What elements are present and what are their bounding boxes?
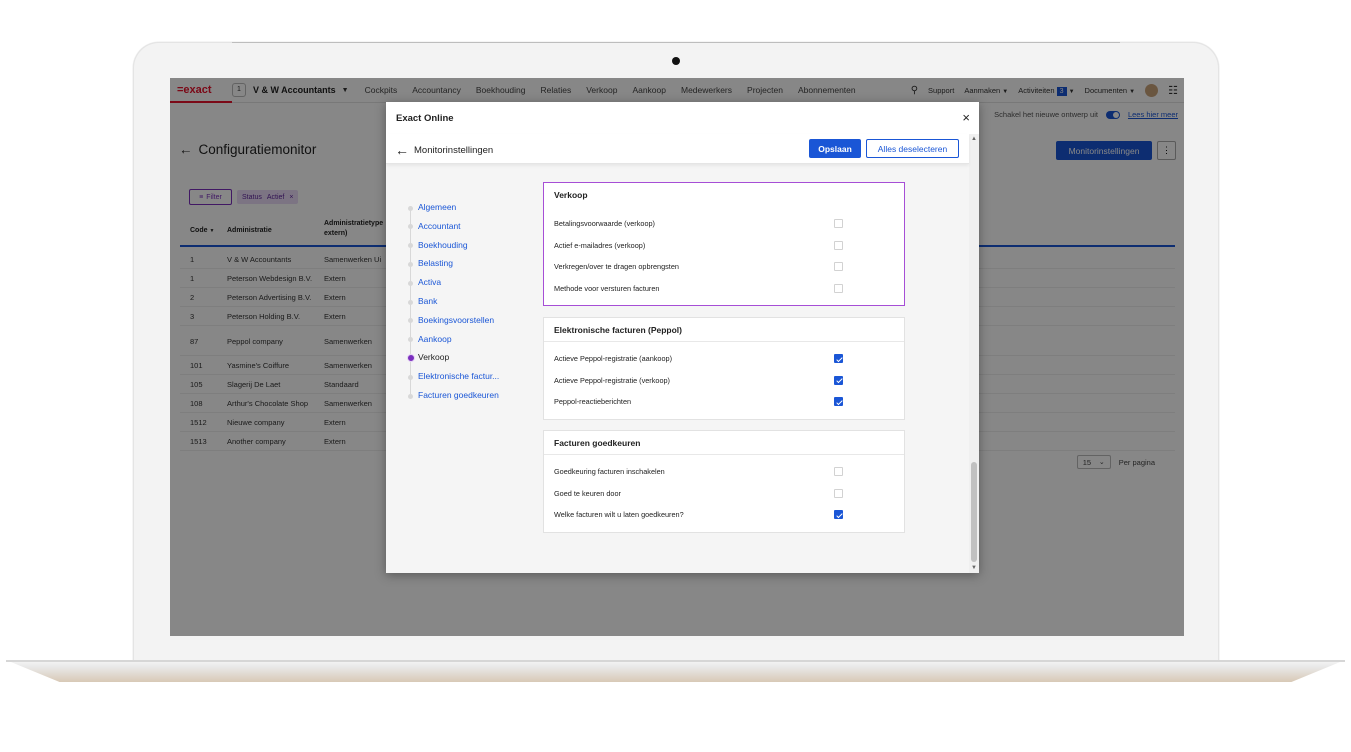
setting-checkbox[interactable] <box>834 283 843 293</box>
side-nav-item[interactable]: Algemeen <box>418 202 456 212</box>
settings-section: Verkoop Betalingsvoorwaarde (verkoop) Acti… <box>543 182 905 306</box>
modal-body: Algemeen Accountant Boekhouding Belasting Ac… <box>386 164 969 573</box>
laptop-lid-edge <box>232 42 1120 43</box>
side-nav-item[interactable]: Facturen goedkeuren <box>418 390 499 400</box>
close-icon[interactable]: × <box>962 110 970 125</box>
setting-row: Goed te keuren door <box>544 483 904 505</box>
setting-label: Welke facturen wilt u laten goedkeuren? <box>554 510 684 519</box>
nav-dot <box>408 318 413 324</box>
setting-checkbox[interactable] <box>834 375 843 385</box>
section-title: Facturen goedkeuren <box>544 431 904 455</box>
side-nav-item[interactable]: Boekhouding <box>418 240 468 250</box>
nav-dot <box>408 224 413 230</box>
camera-dot <box>672 57 680 65</box>
setting-checkbox[interactable] <box>834 397 843 406</box>
modal-title: Exact Online <box>396 113 454 124</box>
side-nav-item[interactable]: Aankoop <box>418 334 452 344</box>
screen: =exact 1 V & W Accountants ▼ Cockpits Ac… <box>170 78 1184 636</box>
setting-row: Verkregen/over te dragen opbrengsten <box>544 256 904 278</box>
setting-checkbox[interactable] <box>834 488 843 498</box>
side-nav-item[interactable]: Accountant <box>418 221 461 231</box>
setting-row: Methode voor versturen facturen <box>544 278 904 300</box>
nav-dot <box>408 205 413 211</box>
setting-row: Welke facturen wilt u laten goedkeuren? <box>544 504 904 526</box>
side-nav-item[interactable]: Elektronische factur... <box>418 371 499 381</box>
nav-dot <box>408 280 413 286</box>
setting-label: Verkregen/over te dragen opbrengsten <box>554 262 679 271</box>
side-nav-item[interactable]: Verkoop <box>418 352 449 362</box>
setting-row: Actief e-mailadres (verkoop) <box>544 235 904 257</box>
nav-dot <box>408 393 413 399</box>
setting-row: Peppol-reactieberichten <box>544 391 904 413</box>
nav-dot <box>408 374 413 380</box>
side-nav-item[interactable]: Boekingsvoorstellen <box>418 315 494 325</box>
setting-label: Actieve Peppol-registratie (verkoop) <box>554 375 670 385</box>
side-nav-item[interactable]: Activa <box>418 277 441 287</box>
setting-checkbox[interactable] <box>834 510 843 519</box>
laptop-base-edge <box>6 660 1345 662</box>
modal-subheader: ← Monitorinstellingen Opslaan Alles dese… <box>386 134 969 164</box>
setting-checkbox[interactable] <box>834 467 843 476</box>
nav-dot <box>408 337 413 343</box>
settings-section: Elektronische facturen (Peppol) Actieve P… <box>543 317 905 420</box>
side-nav-item[interactable]: Bank <box>418 296 437 306</box>
nav-dot <box>408 299 413 305</box>
section-title: Verkoop <box>554 190 588 200</box>
setting-label: Betalingsvoorwaarde (verkoop) <box>554 219 655 228</box>
setting-label: Actief e-mailadres (verkoop) <box>554 240 646 250</box>
nav-dot <box>408 243 413 249</box>
monitor-settings-modal: Exact Online × ← Monitorinstellingen Ops… <box>386 102 979 573</box>
scroll-down-icon[interactable]: ▼ <box>971 565 977 571</box>
modal-header: Exact Online × <box>386 102 979 134</box>
setting-row: Actieve Peppol-registratie (verkoop) <box>544 370 904 392</box>
laptop-base <box>6 660 1345 682</box>
setting-row: Betalingsvoorwaarde (verkoop) <box>544 213 904 235</box>
active-indicator-dot <box>407 354 415 363</box>
settings-section: Facturen goedkeuren Goedkeuring facturen … <box>543 430 905 533</box>
back-arrow-icon[interactable]: ← <box>395 142 409 158</box>
deselect-all-button[interactable]: Alles deselecteren <box>866 139 959 158</box>
modal-scrollbar[interactable]: ▲ ▼ <box>969 134 979 573</box>
setting-row: Goedkeuring facturen inschakelen <box>544 461 904 483</box>
nav-dot <box>408 261 413 267</box>
setting-label: Goed te keuren door <box>554 488 621 498</box>
save-button[interactable]: Opslaan <box>809 139 861 158</box>
setting-checkbox[interactable] <box>834 262 843 271</box>
setting-checkbox[interactable] <box>834 354 843 363</box>
setting-row: Actieve Peppol-registratie (aankoop) <box>544 348 904 370</box>
modal-subtitle-text: Monitorinstellingen <box>414 144 494 156</box>
setting-label: Methode voor versturen facturen <box>554 283 660 293</box>
scroll-up-icon[interactable]: ▲ <box>971 136 977 142</box>
setting-label: Actieve Peppol-registratie (aankoop) <box>554 354 673 363</box>
side-nav-item[interactable]: Belasting <box>418 258 453 268</box>
setting-checkbox[interactable] <box>834 240 843 250</box>
modal-subtitle: ← Monitorinstellingen <box>395 142 493 158</box>
scrollbar-thumb[interactable] <box>971 462 977 562</box>
setting-checkbox[interactable] <box>834 219 843 228</box>
setting-label: Peppol-reactieberichten <box>554 397 632 406</box>
section-title: Elektronische facturen (Peppol) <box>544 318 904 342</box>
setting-label: Goedkeuring facturen inschakelen <box>554 467 665 476</box>
